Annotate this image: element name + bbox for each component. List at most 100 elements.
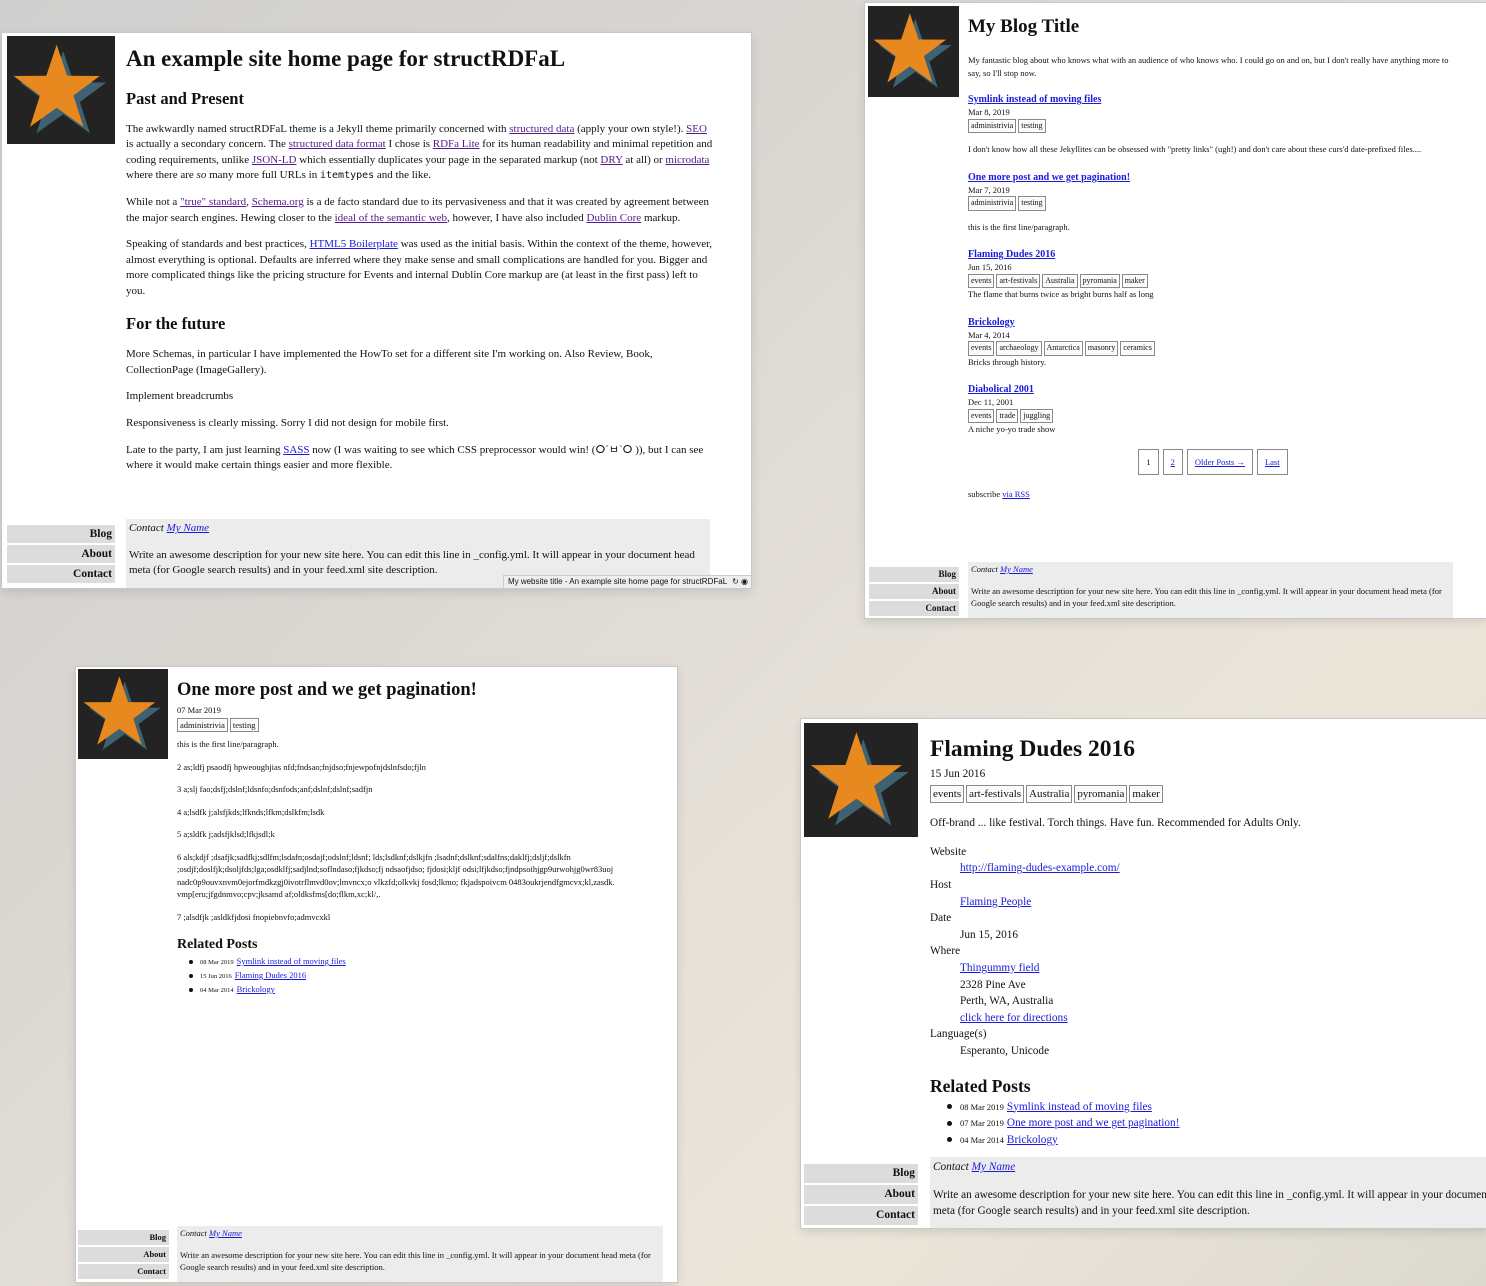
inline-link[interactable]: structured data format xyxy=(289,138,386,150)
eye-icon[interactable]: ◉ xyxy=(741,577,748,586)
related-post-link[interactable]: Flaming Dudes 2016 xyxy=(235,970,306,980)
rss-link[interactable]: via RSS xyxy=(1002,489,1030,499)
post-title-link[interactable]: Diabolical 2001 xyxy=(968,383,1458,396)
text-run: where there are xyxy=(126,169,197,182)
site-logo[interactable] xyxy=(7,36,115,144)
tag-chip[interactable]: administrivia xyxy=(177,717,228,732)
event-tags: events art-festivals Australia pyromania mak… xyxy=(930,784,1486,804)
tag-chip[interactable]: testing xyxy=(229,717,259,732)
contact-name-link[interactable]: My Name xyxy=(209,1228,242,1238)
contact-name-link[interactable]: My Name xyxy=(1000,564,1033,574)
inline-link[interactable]: structured data xyxy=(509,123,574,135)
status-bar: My website title - An example site home … xyxy=(502,575,751,588)
text-run: at all) or xyxy=(622,153,666,166)
tag-chip[interactable]: masonry xyxy=(1084,341,1119,356)
inline-link[interactable]: JSON-LD xyxy=(252,154,297,166)
nav-blog[interactable]: Blog xyxy=(804,1164,918,1183)
event-intro: Off-brand ... like festival. Torch thing… xyxy=(930,817,1301,830)
inline-link[interactable]: HTML5 Boilerplate xyxy=(310,238,398,250)
nav-contact[interactable]: Contact xyxy=(78,1264,169,1279)
inline-link[interactable]: microdata xyxy=(665,154,709,166)
inline-link[interactable]: RDFa Lite xyxy=(433,138,480,150)
tag-chip[interactable]: administrivia xyxy=(968,196,1017,211)
tag-chip[interactable]: ceramics xyxy=(1120,341,1155,356)
tag-chip[interactable]: art-festivals xyxy=(996,273,1041,288)
tag-chip[interactable]: events xyxy=(968,341,995,356)
related-post-link[interactable]: Symlink instead of moving files xyxy=(1007,1101,1152,1113)
pagination-page-2[interactable]: 2 xyxy=(1162,448,1183,475)
contact-name-link[interactable]: My Name xyxy=(167,522,209,534)
related-post-date: 08 Mar 2019 xyxy=(200,959,234,966)
tag-chip[interactable]: pyromania xyxy=(1079,273,1120,288)
related-post-link[interactable]: Brickology xyxy=(237,984,275,994)
inline-link[interactable]: ideal of the semantic web xyxy=(335,212,447,224)
contact-name-link[interactable]: My Name xyxy=(972,1161,1016,1173)
post-title-link[interactable]: Flaming Dudes 2016 xyxy=(968,248,1458,261)
related-post-date: 15 Jun 2016 xyxy=(200,973,232,980)
post-tags: events archaeology Antarctica masonry cerami… xyxy=(968,341,1458,356)
tag-chip[interactable]: maker xyxy=(1129,784,1163,804)
site-logo[interactable] xyxy=(804,723,918,837)
place-link[interactable]: Thingummy field xyxy=(960,962,1039,974)
inline-link[interactable]: Schema.org xyxy=(252,196,304,208)
tag-chip[interactable]: events xyxy=(968,273,995,288)
window-blog-index: My Blog Title My fantastic blog about wh… xyxy=(865,3,1486,618)
inline-link[interactable]: "true" standard xyxy=(180,196,246,208)
tag-chip[interactable]: Australia xyxy=(1026,784,1073,804)
nav-blog[interactable]: Blog xyxy=(78,1230,169,1245)
nav-blog[interactable]: Blog xyxy=(869,567,959,582)
site-description: Write an awesome description for your ne… xyxy=(180,1249,651,1273)
tag-chip[interactable]: trade xyxy=(996,408,1019,423)
body-paragraph: 5 a;sldfk j;adsfjklsd;lfkjsdl;k xyxy=(177,829,275,839)
text-run: The awkwardly named structRDFaL theme is… xyxy=(126,122,510,135)
inline-link[interactable]: Dublin Core xyxy=(587,212,642,224)
site-logo[interactable] xyxy=(78,669,168,759)
paragraph-responsiveness: Responsiveness is clearly missing. Sorry… xyxy=(126,416,449,429)
nav-about[interactable]: About xyxy=(78,1247,169,1262)
nav-about[interactable]: About xyxy=(804,1185,918,1204)
related-post-link[interactable]: Brickology xyxy=(1007,1134,1058,1146)
pagination-last[interactable]: Last xyxy=(1256,448,1288,475)
directions-link[interactable]: click here for directions xyxy=(960,1012,1068,1024)
post-date: Mar 7, 2019 xyxy=(968,184,1010,195)
reload-icon[interactable]: ↻ xyxy=(732,577,739,586)
related-post-item: 08 Mar 2019 Symlink instead of moving fil… xyxy=(189,955,647,969)
tag-chip[interactable]: testing xyxy=(1018,196,1046,211)
nav-about[interactable]: About xyxy=(7,545,115,563)
inline-link[interactable]: SEO xyxy=(686,123,707,135)
related-post-link[interactable]: One more post and we get pagination! xyxy=(1007,1117,1180,1129)
post-excerpt: I don't know how all these Jekyllites ca… xyxy=(968,144,1422,154)
nav-blog[interactable]: Blog xyxy=(7,525,115,543)
post-title-link[interactable]: Brickology xyxy=(968,316,1458,329)
tag-chip[interactable]: events xyxy=(930,784,965,804)
tag-chip[interactable]: events xyxy=(968,408,995,423)
inline-link[interactable]: DRY xyxy=(600,154,622,166)
site-logo[interactable] xyxy=(868,6,959,97)
tag-chip[interactable]: art-festivals xyxy=(966,784,1025,804)
tag-chip[interactable]: maker xyxy=(1121,273,1148,288)
tag-chip[interactable]: juggling xyxy=(1020,408,1054,423)
tag-chip[interactable]: pyromania xyxy=(1074,784,1128,804)
sidebar-nav: Blog About Contact xyxy=(2,525,115,583)
nav-contact[interactable]: Contact xyxy=(804,1206,918,1225)
related-post-date: 07 Mar 2019 xyxy=(960,1118,1004,1129)
status-text: My website title - An example site home … xyxy=(507,577,727,586)
tag-chip[interactable]: testing xyxy=(1018,118,1046,133)
host-link[interactable]: Flaming People xyxy=(960,896,1031,908)
website-link[interactable]: http://flaming-dudes-example.com/ xyxy=(960,862,1120,874)
pagination-older-posts[interactable]: Older Posts → xyxy=(1186,448,1253,475)
related-post-link[interactable]: Symlink instead of moving files xyxy=(237,956,346,966)
post-title-link[interactable]: One more post and we get pagination! xyxy=(968,171,1458,184)
tag-chip[interactable]: Antarctica xyxy=(1043,341,1083,356)
post-title-link[interactable]: Symlink instead of moving files xyxy=(968,93,1458,106)
pagination-page-1[interactable]: 1 xyxy=(1138,448,1159,475)
post-tags: administrivia testing xyxy=(968,118,1458,133)
body-paragraph: 6 als;kdjf ;dsafjk;sadfkj;sdlfm;lsdafn;o… xyxy=(177,851,615,900)
tag-chip[interactable]: archaeology xyxy=(996,341,1042,356)
tag-chip[interactable]: Australia xyxy=(1042,273,1078,288)
nav-about[interactable]: About xyxy=(869,584,959,599)
nav-contact[interactable]: Contact xyxy=(7,565,115,583)
inline-link[interactable]: SASS xyxy=(283,444,309,456)
tag-chip[interactable]: administrivia xyxy=(968,118,1017,133)
nav-contact[interactable]: Contact xyxy=(869,601,959,616)
